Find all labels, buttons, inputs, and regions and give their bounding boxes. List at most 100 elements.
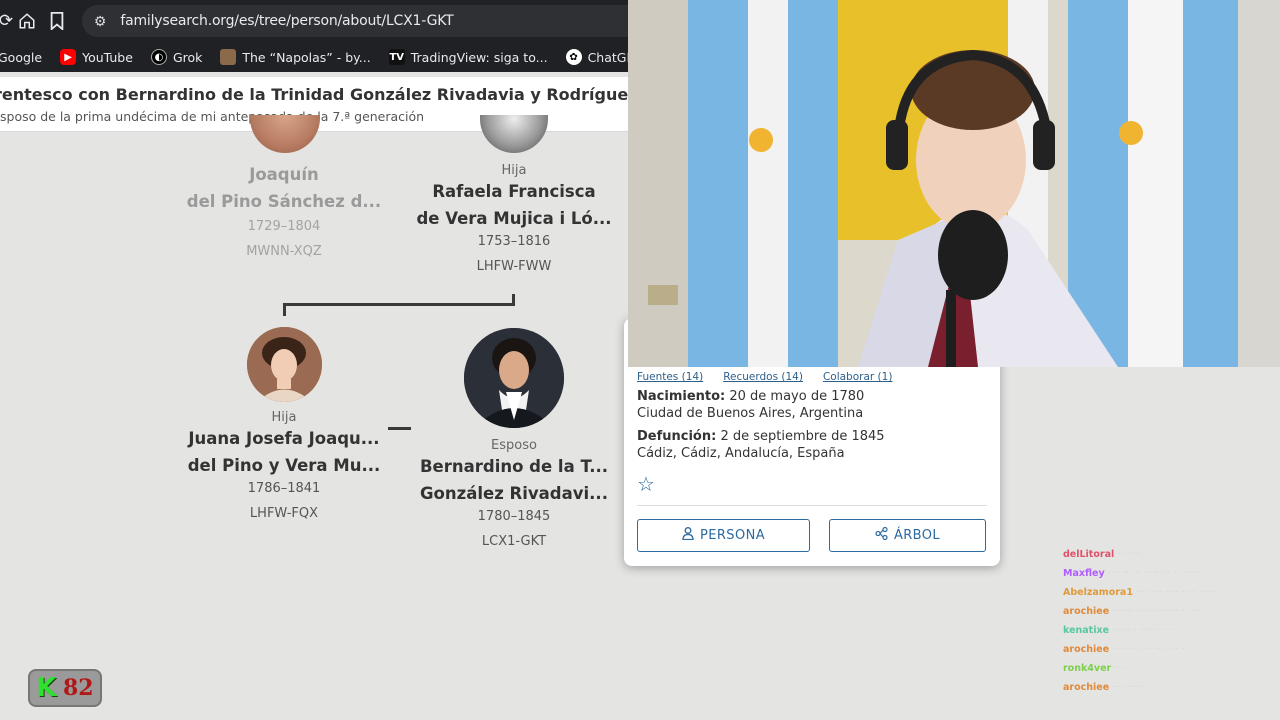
tree-button-label: ÁRBOL bbox=[893, 528, 941, 543]
chat-user: arochiee bbox=[1063, 682, 1110, 693]
person-years: 1753–1816 bbox=[477, 234, 551, 249]
chat-user: delLitoral bbox=[1063, 549, 1115, 560]
youtube-icon: ▶ bbox=[60, 49, 77, 65]
stream-chat: delLitoral ·· ····· Maxfley ···· ··· ·· … bbox=[1063, 548, 1280, 700]
bookmark-label: Google bbox=[0, 49, 43, 65]
mother-portrait[interactable] bbox=[480, 115, 548, 153]
chat-message: arochiee ·· ···· ·· ···· ······ ·· ···· bbox=[1063, 605, 1280, 618]
birth-place: Ciudad de Buenos Aires, Argentina bbox=[637, 406, 864, 421]
family-connector-h bbox=[283, 303, 515, 306]
person-name-line1: Juana Josefa Joaqu... bbox=[188, 429, 380, 448]
chat-user: kenatixe bbox=[1063, 625, 1110, 636]
chat-text: ···· ··· ·· ····· ··· ·· ····· bbox=[1107, 568, 1199, 579]
person-name-line1: Joaquín bbox=[249, 165, 319, 184]
chat-message: arochiee ·· ·· ··· ··· ·· ·· ·· ·· bbox=[1063, 643, 1280, 656]
person-id: LHFW-FWW bbox=[476, 259, 552, 274]
death-date: 2 de septiembre de 1845 bbox=[720, 429, 885, 444]
reload-icon[interactable]: ⟳ bbox=[0, 0, 13, 42]
bookmark-icon[interactable] bbox=[42, 0, 72, 42]
birth-date: 20 de mayo de 1780 bbox=[729, 389, 865, 404]
badge-value: 82 bbox=[62, 675, 94, 701]
bookmark-tradingview[interactable]: TV TradingView: siga to... bbox=[388, 49, 548, 65]
person-name-line2: del Pino Sánchez d... bbox=[186, 192, 382, 211]
person-name-line2: González Rivadavi... bbox=[420, 484, 608, 503]
chat-user: Abelzamora1 bbox=[1063, 587, 1133, 598]
father-portrait[interactable] bbox=[250, 115, 320, 153]
home-icon[interactable] bbox=[12, 0, 42, 42]
sources-link[interactable]: Fuentes (14) bbox=[637, 371, 703, 383]
person-name-line1: Bernardino de la T... bbox=[419, 457, 609, 476]
card-divider bbox=[637, 505, 987, 506]
person-years: 1780–1845 bbox=[477, 509, 551, 524]
relationship-title: rentesco con Bernardino de la Trinidad G… bbox=[0, 85, 628, 104]
chat-text: ··· ······· bbox=[1112, 682, 1146, 693]
birth-label: Nacimiento: bbox=[637, 389, 726, 404]
person-years: 1786–1841 bbox=[247, 481, 321, 496]
chat-message: Maxfley ···· ··· ·· ····· ··· ·· ····· bbox=[1063, 567, 1280, 580]
person-name-line1: Rafaela Francisca bbox=[432, 182, 596, 201]
daughter-portrait[interactable] bbox=[247, 327, 322, 402]
person-name-line2: del Pino y Vera Mu... bbox=[187, 456, 381, 475]
person-name-line2: de Vera Mujica i Ló... bbox=[416, 209, 612, 228]
badge-letter: K bbox=[36, 673, 57, 703]
chat-user: ronk4ver bbox=[1063, 663, 1112, 674]
relationship-subtitle: sposo de la prima undécima de mi antepas… bbox=[0, 109, 425, 124]
favorite-star-icon[interactable]: ☆ bbox=[637, 472, 655, 496]
chat-text: ··· · bbox=[1114, 663, 1130, 674]
chat-user: Maxfley bbox=[1063, 568, 1105, 579]
family-connector-v-left bbox=[283, 303, 286, 316]
death-label: Defunción: bbox=[637, 429, 717, 444]
chat-text: ··· ····· ···· ·· ·· ····· bbox=[1135, 587, 1215, 598]
person-father[interactable]: Joaquín del Pino Sánchez d... 1729–1804 … bbox=[185, 161, 383, 259]
chat-message: Abelzamora1 ··· ····· ···· ·· ·· ····· bbox=[1063, 586, 1280, 599]
spouse-portrait[interactable] bbox=[464, 328, 564, 428]
chat-message: arochiee ··· ······· bbox=[1063, 681, 1280, 694]
chat-user: arochiee bbox=[1063, 644, 1110, 655]
chat-message: ronk4ver ··· · bbox=[1063, 662, 1280, 675]
tree-button[interactable]: ÁRBOL bbox=[829, 519, 986, 552]
person-years: 1729–1804 bbox=[247, 219, 321, 234]
death-fact: Defunción: 2 de septiembre de 1845 Cádiz… bbox=[637, 428, 885, 462]
tradingview-icon: TV bbox=[388, 49, 405, 65]
relationship-label: Esposo bbox=[491, 438, 537, 453]
death-place: Cádiz, Cádiz, Andalucía, España bbox=[637, 446, 845, 461]
chat-text: ·· ··· · ···· ··· ·· bbox=[1112, 625, 1173, 636]
person-button-label: PERSONA bbox=[700, 528, 765, 543]
webcam-overlay bbox=[628, 0, 1280, 367]
chat-user: arochiee bbox=[1063, 606, 1110, 617]
person-id: LCX1-GKT bbox=[481, 534, 547, 549]
bookmark-grok[interactable]: ◐ Grok bbox=[150, 49, 203, 65]
bookmark-label: TradingView: siga to... bbox=[410, 49, 548, 65]
chat-text: ·· ·· ··· ··· ·· ·· ·· ·· bbox=[1112, 644, 1188, 655]
birth-fact: Nacimiento: 20 de mayo de 1780 Ciudad de… bbox=[637, 388, 864, 422]
chat-text: ·· ····· bbox=[1117, 549, 1142, 560]
chat-text: ·· ···· ·· ···· ······ ·· ···· bbox=[1112, 606, 1203, 617]
person-id: MWNN-XQZ bbox=[246, 244, 322, 259]
card-links: Fuentes (14) Recuerdos (14) Colaborar (1… bbox=[637, 371, 892, 383]
bookmark-label: The “Napolas” - by... bbox=[242, 49, 371, 65]
person-mother[interactable]: Hija Rafaela Francisca de Vera Mujica i … bbox=[412, 163, 616, 274]
person-button[interactable]: PERSONA bbox=[637, 519, 810, 552]
bookmark-label: YouTube bbox=[82, 49, 133, 65]
chat-message: kenatixe ·· ··· · ···· ··· ·· bbox=[1063, 624, 1280, 637]
person-id: LHFW-FQX bbox=[249, 506, 319, 521]
url-text: familysearch.org/es/tree/person/about/LC… bbox=[120, 13, 454, 29]
family-connector-v-right bbox=[512, 294, 515, 306]
person-daughter[interactable]: Hija Juana Josefa Joaqu... del Pino y Ve… bbox=[185, 410, 383, 521]
marriage-connector bbox=[388, 427, 411, 430]
bookmark-label: Grok bbox=[172, 49, 203, 65]
bookmark-youtube[interactable]: ▶ YouTube bbox=[60, 49, 133, 65]
relationship-label: Hija bbox=[501, 163, 527, 178]
napolas-icon bbox=[220, 49, 237, 65]
person-spouse[interactable]: Esposo Bernardino de la T... González Ri… bbox=[412, 438, 616, 549]
grok-icon: ◐ bbox=[150, 49, 167, 65]
memories-link[interactable]: Recuerdos (14) bbox=[723, 371, 803, 383]
relationship-label: Hija bbox=[271, 410, 297, 425]
site-settings-icon[interactable]: ⚙ bbox=[94, 13, 107, 30]
bookmark-napolas[interactable]: The “Napolas” - by... bbox=[220, 49, 371, 65]
collaborate-link[interactable]: Colaborar (1) bbox=[823, 371, 892, 383]
address-bar[interactable]: ⚙ familysearch.org/es/tree/person/about/… bbox=[81, 5, 629, 37]
browser-toolbar: ⟳ ⚙ familysearch.org/es/tree/person/abou… bbox=[0, 0, 629, 42]
bookmark-google[interactable]: Google bbox=[0, 50, 42, 65]
bookmarks-bar: Google ▶ YouTube ◐ Grok The “Napolas” - … bbox=[0, 42, 642, 72]
